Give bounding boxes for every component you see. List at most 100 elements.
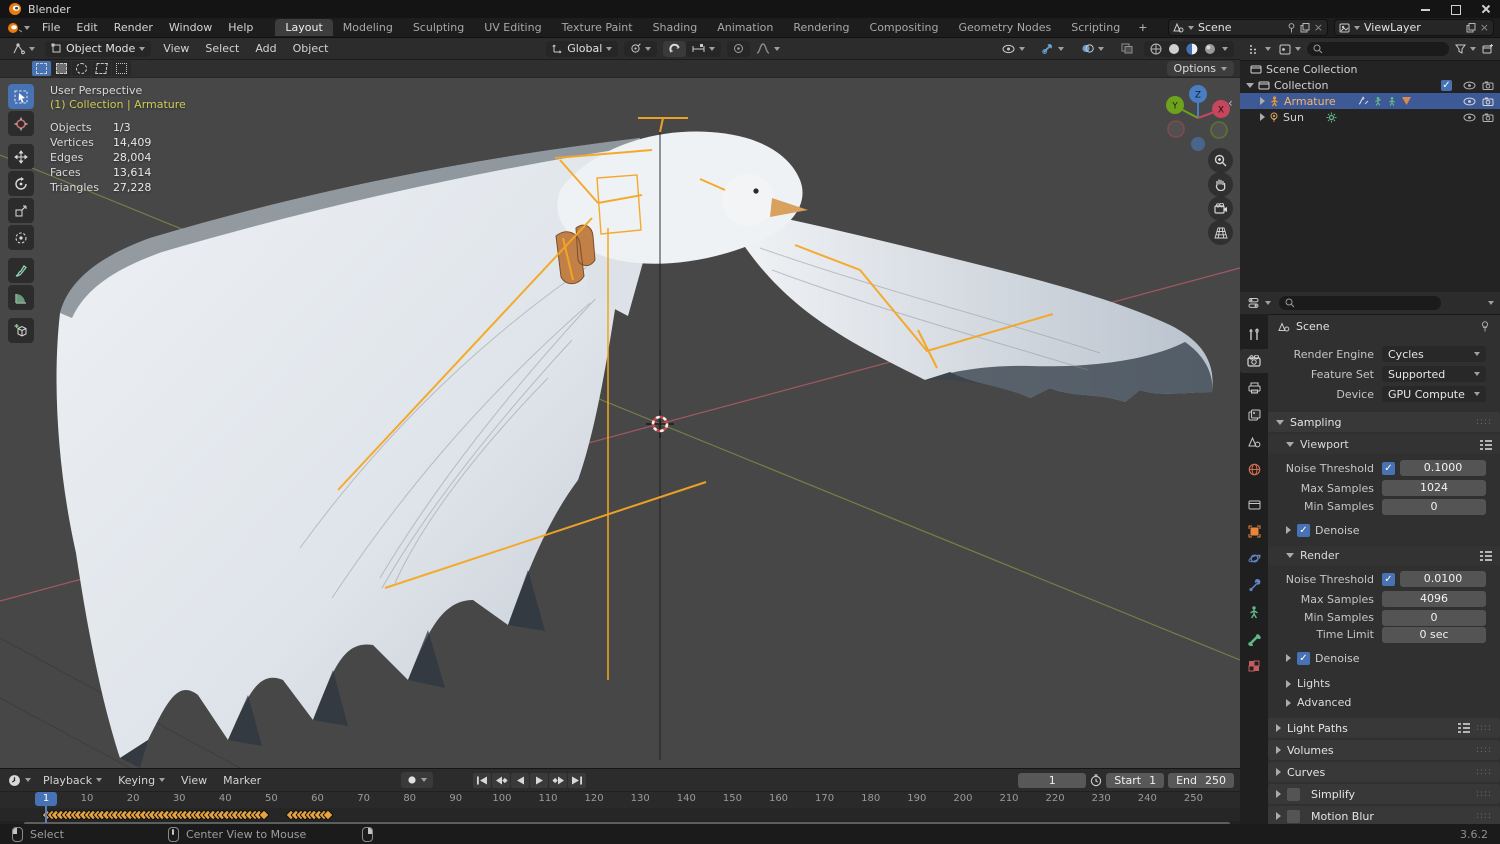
toggle-orthographic-button[interactable] [1208,220,1233,245]
render-engine-dropdown[interactable]: Cycles [1382,346,1486,362]
panel-advanced[interactable]: Advanced [1268,693,1500,712]
outliner-row-armature[interactable]: Armature [1240,93,1500,109]
next-keyframe-button[interactable] [549,772,568,788]
workspace-tab[interactable]: Sculpting [403,19,474,36]
panel-motion-blur[interactable]: Motion Blur :::: [1268,806,1500,824]
shading-material-icon[interactable] [1186,43,1198,55]
tool-measure[interactable] [8,285,34,310]
hide-in-viewport-icon[interactable] [1463,113,1476,122]
expand-collection-icon[interactable] [1246,82,1254,88]
panel-sampling[interactable]: Sampling :::: [1268,412,1500,432]
hide-in-viewport-icon[interactable] [1463,97,1476,106]
select-lasso-button[interactable] [92,61,111,76]
viewport-denoise-row[interactable]: ✓ Denoise [1268,520,1500,540]
pin-icon[interactable] [1480,320,1490,332]
workspace-tab[interactable]: UV Editing [474,19,551,36]
panel-volumes[interactable]: Volumes :::: [1268,740,1500,760]
tab-scene[interactable] [1240,430,1268,454]
start-frame-field[interactable]: Start 1 [1106,772,1165,788]
render-denoise-row[interactable]: ✓ Denoise [1268,648,1500,668]
viewport-menu-item[interactable]: Add [247,40,284,57]
editor-type-3d-viewport[interactable] [6,41,41,57]
outliner-filter-dropdown[interactable] [1453,41,1478,57]
viewport-max-samples-value[interactable]: 1024 [1382,480,1486,496]
select-new-button[interactable] [112,61,131,76]
workspace-tab[interactable]: Texture Paint [552,19,643,36]
drag-grip-icon[interactable]: :::: [1476,767,1492,777]
snap-target-dropdown[interactable] [686,40,722,57]
timeline-body[interactable]: › 10203040506070809010011012013014015016… [0,792,1240,827]
viewport-menu-item[interactable]: Object [285,40,337,57]
tab-physics[interactable] [1240,546,1268,570]
panel-lights[interactable]: Lights [1268,674,1500,693]
close-button[interactable] [1480,3,1492,15]
preset-list-icon[interactable] [1457,723,1470,733]
render-noise-checkbox[interactable]: ✓ [1382,572,1395,586]
expand-sun-icon[interactable] [1260,113,1265,121]
options-dropdown[interactable]: Options [1166,61,1234,76]
panel-curves[interactable]: Curves :::: [1268,762,1500,782]
feature-set-dropdown[interactable]: Supported [1382,366,1486,382]
outliner-row-collection[interactable]: Collection ✓ [1240,77,1500,93]
menu-item[interactable]: Edit [68,19,105,36]
viewport-noise-checkbox[interactable]: ✓ [1382,461,1395,475]
tool-rotate[interactable] [8,171,34,196]
preset-list-icon[interactable] [1480,439,1492,450]
sidebar-collapse-arrow[interactable]: ‹ [1228,96,1233,110]
tab-armature-data[interactable] [1240,600,1268,624]
tab-collection[interactable] [1240,492,1268,516]
navigation-gizmo[interactable]: Z Y X [1160,82,1236,158]
blender-menu-icon[interactable] [6,22,22,34]
camera-view-button[interactable] [1208,196,1233,221]
new-scene-icon[interactable] [1300,22,1310,33]
timeline-menu-keying[interactable]: Keying [112,772,171,788]
menu-item[interactable]: Window [161,19,220,36]
viewport-noise-value[interactable]: 0.1000 [1400,460,1486,476]
render-max-samples-value[interactable]: 4096 [1382,591,1486,607]
mode-dropdown[interactable]: Object Mode [45,40,152,57]
tab-output[interactable] [1240,376,1268,400]
keyframe-strip[interactable] [0,808,1240,821]
current-frame-badge[interactable]: 1 [35,792,57,806]
jump-to-end-button[interactable] [568,772,587,788]
timeline-menu-marker[interactable]: Marker [217,772,267,788]
motion-blur-checkbox[interactable] [1287,809,1300,823]
properties-options-chevron[interactable] [1488,301,1494,305]
workspace-tab[interactable]: Layout [275,19,333,36]
simplify-checkbox[interactable] [1287,787,1300,801]
tab-texture[interactable] [1240,654,1268,678]
preset-list-icon[interactable] [1480,550,1492,561]
jump-to-start-button[interactable] [473,772,492,788]
menu-item[interactable]: File [34,19,68,36]
workspace-tab[interactable]: Shading [643,19,708,36]
render-min-samples-value[interactable]: 0 [1382,609,1486,626]
select-circle-button[interactable] [72,61,91,76]
panel-sampling-render[interactable]: Render [1268,546,1500,565]
maximize-button[interactable] [1450,3,1462,15]
preview-range-stopwatch-icon[interactable] [1090,773,1102,787]
tab-bone[interactable] [1240,627,1268,651]
menu-item[interactable]: Render [106,19,161,36]
disable-in-renders-icon[interactable] [1482,97,1494,106]
shading-rendered-icon[interactable] [1204,43,1216,55]
add-workspace-button[interactable]: + [1130,21,1155,34]
outliner-display-mode[interactable] [1246,41,1273,57]
workspace-tab[interactable]: Compositing [860,19,949,36]
gizmos-dropdown[interactable] [1036,41,1070,57]
render-time-limit-value[interactable]: 0 sec [1382,626,1486,643]
scene-selector[interactable]: Scene × [1168,19,1328,36]
viewport-menu-item[interactable]: View [155,40,197,57]
render-noise-value[interactable]: 0.0100 [1400,571,1486,587]
tool-select-box[interactable] [8,84,34,109]
xray-toggle[interactable] [1115,41,1139,57]
proportional-falloff-dropdown[interactable] [750,41,786,57]
viewlayer-selector[interactable]: ViewLayer × [1334,19,1494,36]
tab-object[interactable] [1240,519,1268,543]
viewport-3d[interactable]: Object Mode View Select Add Object Global [0,38,1241,768]
end-frame-field[interactable]: End 250 [1168,772,1234,788]
tab-tool[interactable] [1240,322,1268,346]
tab-view-layer[interactable] [1240,403,1268,427]
tool-move[interactable] [8,144,34,169]
tool-annotate[interactable] [8,258,34,283]
shading-solid-icon[interactable] [1168,43,1180,55]
